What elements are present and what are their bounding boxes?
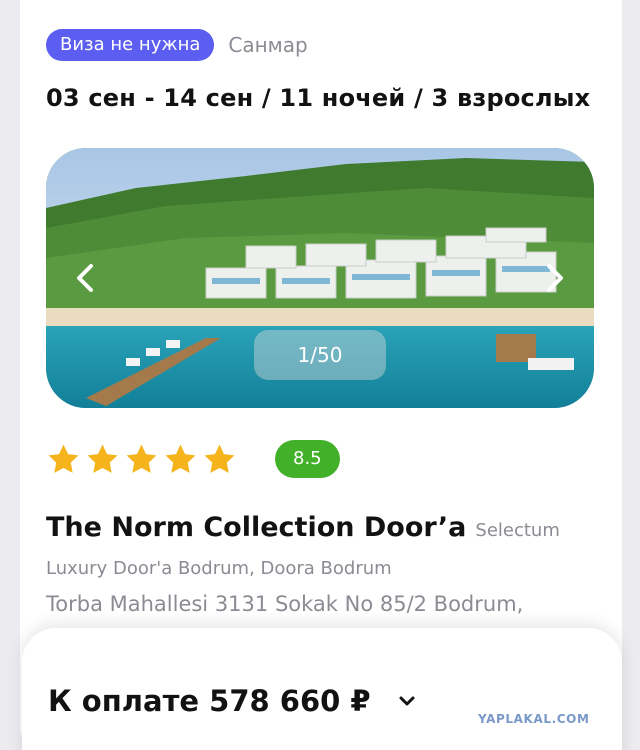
star-icon bbox=[204, 444, 235, 473]
hotel-title[interactable]: The Norm Collection Door’a Selectum bbox=[46, 512, 560, 543]
trip-dates: 03 сен - 14 сен / 11 ночей / 3 взрослых bbox=[46, 84, 591, 112]
photo-gallery[interactable]: 1/50 bbox=[46, 148, 594, 408]
chevron-right-icon bbox=[547, 264, 563, 292]
gallery-next-button[interactable] bbox=[540, 260, 570, 296]
visa-badge: Виза не нужна bbox=[46, 29, 215, 61]
star-rating bbox=[46, 442, 237, 477]
hotel-address: Torba Mahallesi 3131 Sokak No 85/2 Bodru… bbox=[46, 592, 524, 616]
star-icon bbox=[48, 444, 79, 473]
rating-row: 8.5 bbox=[46, 440, 340, 478]
tour-operator: Санмар bbox=[228, 33, 308, 57]
hotel-alt-names: Luxury Door'a Bodrum, Doora Bodrum bbox=[46, 558, 392, 579]
gallery-prev-button[interactable] bbox=[70, 260, 100, 296]
chevron-left-icon bbox=[77, 264, 93, 292]
hotel-brand: Selectum bbox=[475, 520, 560, 541]
photo-counter: 1/50 bbox=[254, 330, 386, 380]
watermark: YAPLAKAL.COM bbox=[478, 712, 590, 726]
hotel-name: The Norm Collection Door’a bbox=[46, 512, 467, 543]
star-icon bbox=[126, 444, 157, 473]
chevron-down-icon bbox=[399, 696, 415, 706]
payment-toggle[interactable]: К оплате 578 660 ₽ bbox=[48, 684, 417, 718]
tag-row: Виза не нужна Санмар bbox=[46, 29, 308, 61]
review-score-badge[interactable]: 8.5 bbox=[275, 440, 340, 478]
payment-total: К оплате 578 660 ₽ bbox=[48, 684, 371, 718]
payment-sheet: К оплате 578 660 ₽ bbox=[22, 628, 622, 750]
star-icon bbox=[165, 444, 196, 473]
star-icon bbox=[87, 444, 118, 473]
